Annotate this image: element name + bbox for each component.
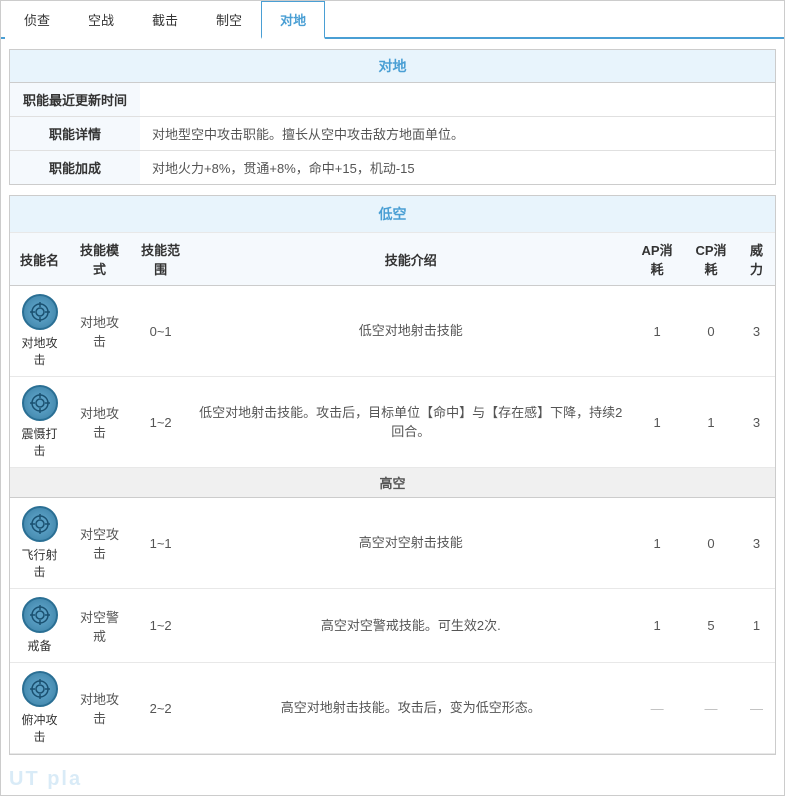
skill-desc-4: 高空对空警戒技能。可生效2次. [191,589,630,663]
table-row: 职能详情 对地型空中攻击职能。擅长从空中攻击敌方地面单位。 [10,117,775,151]
skill-cell-wrap-3: 飞行射击 [16,506,63,580]
skill-icon-5 [22,671,58,707]
skill-name-5: 俯冲攻击 [16,711,63,745]
watermark-text: UT pla [9,768,82,791]
watermark-area: UT pla [1,765,784,795]
skill-cell-wrap-2: 震慑打击 [16,385,63,459]
info-table: 职能最近更新时间 职能详情 对地型空中攻击职能。擅长从空中攻击敌方地面单位。 职… [10,83,775,184]
skill-mode-2: 对地攻击 [69,377,130,468]
main-section-title: 对地 [10,50,775,83]
table-row: 职能最近更新时间 [10,83,775,117]
skill-name-1: 对地攻击 [16,334,63,368]
high-alt-header: 高空 [10,468,775,498]
skill-icon-4 [22,597,58,633]
skill-icon-cell-1: 对地攻击 [10,286,69,377]
skill-range-3: 1~1 [130,498,192,589]
tab-intercept[interactable]: 截击 [133,1,197,39]
col-skill-mode: 技能模式 [69,233,130,286]
skill-ap-3: 1 [630,498,684,589]
skill-icon-1 [22,294,58,330]
crosshair-icon-5 [29,678,51,700]
tab-ground[interactable]: 对地 [261,1,325,39]
skill-cp-3: 0 [684,498,738,589]
column-headers-row: 技能名 技能模式 技能范围 技能介绍 AP消耗 CP消耗 威力 [10,233,775,286]
crosshair-icon [29,301,51,323]
low-alt-header: 低空 [10,196,775,233]
col-skill-range: 技能范围 [130,233,192,286]
value-detail: 对地型空中攻击职能。擅长从空中攻击敌方地面单位。 [140,117,775,151]
skill-power-4: 1 [738,589,775,663]
col-skill-name: 技能名 [10,233,69,286]
skill-power-2: 3 [738,377,775,468]
skill-row-ground-attack-1: 对地攻击 对地攻击 0~1 低空对地射击技能 1 0 3 [10,286,775,377]
skill-icon-cell-5: 俯冲攻击 [10,663,69,754]
skill-ap-1: 1 [630,286,684,377]
skill-cp-5: — [684,663,738,754]
tab-air-control[interactable]: 制空 [197,1,261,39]
col-power: 威力 [738,233,775,286]
skill-icon-cell-3: 飞行射击 [10,498,69,589]
crosshair-icon-2 [29,392,51,414]
skills-table: 低空 技能名 技能模式 技能范围 技能介绍 AP消耗 CP消耗 威力 [10,196,775,754]
main-info-section: 对地 职能最近更新时间 职能详情 对地型空中攻击职能。擅长从空中攻击敌方地面单位… [9,49,776,185]
skill-name-4: 戒备 [28,637,52,654]
main-container: 侦查 空战 截击 制空 对地 对地 职能最近更新时间 职能详情 对地型空中攻击职… [0,0,785,796]
skill-cell-wrap-4: 戒备 [16,597,63,654]
low-alt-header-row: 低空 [10,196,775,233]
skill-ap-2: 1 [630,377,684,468]
skill-cp-1: 0 [684,286,738,377]
skill-mode-1: 对地攻击 [69,286,130,377]
skill-icon-3 [22,506,58,542]
col-skill-intro: 技能介绍 [191,233,630,286]
skill-cp-2: 1 [684,377,738,468]
skill-row-stun-strike: 震慑打击 对地攻击 1~2 低空对地射击技能。攻击后，目标单位【命中】与【存在感… [10,377,775,468]
skill-name-2: 震慑打击 [16,425,63,459]
skill-range-4: 1~2 [130,589,192,663]
crosshair-icon-3 [29,513,51,535]
skill-ap-4: 1 [630,589,684,663]
skill-row-fly-shoot: 飞行射击 对空攻击 1~1 高空对空射击技能 1 0 3 [10,498,775,589]
skill-mode-3: 对空攻击 [69,498,130,589]
skill-power-5: — [738,663,775,754]
skill-desc-1: 低空对地射击技能 [191,286,630,377]
skills-section: 低空 技能名 技能模式 技能范围 技能介绍 AP消耗 CP消耗 威力 [9,195,776,755]
crosshair-icon-4 [29,604,51,626]
skill-icon-2 [22,385,58,421]
skill-row-dive-attack: 俯冲攻击 对地攻击 2~2 高空对地射击技能。攻击后，变为低空形态。 — — — [10,663,775,754]
label-update-time: 职能最近更新时间 [10,83,140,117]
col-ap: AP消耗 [630,233,684,286]
high-alt-header-row: 高空 [10,468,775,498]
skill-mode-5: 对地攻击 [69,663,130,754]
table-row: 职能加成 对地火力+8%，贯通+8%，命中+15，机动-15 [10,151,775,185]
skill-cell-wrap-5: 俯冲攻击 [16,671,63,745]
tab-air-combat[interactable]: 空战 [69,1,133,39]
skill-cp-4: 5 [684,589,738,663]
skill-icon-cell-2: 震慑打击 [10,377,69,468]
skill-desc-5: 高空对地射击技能。攻击后，变为低空形态。 [191,663,630,754]
skill-range-5: 2~2 [130,663,192,754]
label-detail: 职能详情 [10,117,140,151]
skill-power-1: 3 [738,286,775,377]
value-bonus: 对地火力+8%，贯通+8%，命中+15，机动-15 [140,151,775,185]
skill-ap-5: — [630,663,684,754]
value-update-time [140,83,775,117]
skill-name-3: 飞行射击 [16,546,63,580]
tab-recon[interactable]: 侦查 [5,1,69,39]
skill-power-3: 3 [738,498,775,589]
skill-mode-4: 对空警戒 [69,589,130,663]
skill-range-2: 1~2 [130,377,192,468]
label-bonus: 职能加成 [10,151,140,185]
col-cp: CP消耗 [684,233,738,286]
nav-tabs: 侦查 空战 截击 制空 对地 [1,1,784,39]
skill-desc-3: 高空对空射击技能 [191,498,630,589]
skill-row-guard: 戒备 对空警戒 1~2 高空对空警戒技能。可生效2次. 1 5 1 [10,589,775,663]
skill-desc-2: 低空对地射击技能。攻击后，目标单位【命中】与【存在感】下降，持续2回合。 [191,377,630,468]
skill-cell-wrap-1: 对地攻击 [16,294,63,368]
skill-icon-cell-4: 戒备 [10,589,69,663]
skill-range-1: 0~1 [130,286,192,377]
